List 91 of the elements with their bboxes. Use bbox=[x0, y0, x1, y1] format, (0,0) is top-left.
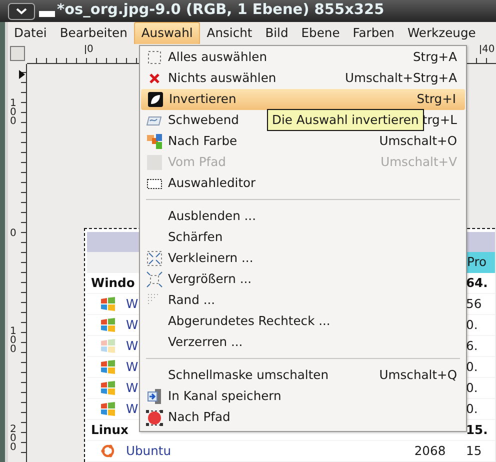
menu-item[interactable]: Invertieren Strg+I bbox=[141, 89, 465, 110]
menu-item[interactable]: Ausblenden ... bbox=[140, 206, 466, 227]
shortcut-label: Strg+A bbox=[413, 49, 457, 66]
shortcut-label: Umschalt+Q bbox=[379, 367, 457, 384]
menu-bar-item[interactable]: Ansicht bbox=[200, 22, 258, 44]
ruler-label: 100 bbox=[10, 327, 18, 354]
shortcut-label: Umschalt+V bbox=[380, 154, 457, 172]
ubuntu-logo-icon bbox=[100, 443, 116, 459]
table-cell: 0. bbox=[466, 360, 478, 374]
link[interactable]: Ubuntu bbox=[126, 440, 172, 462]
menu-item[interactable]: Schärfen bbox=[140, 227, 466, 248]
table-cell: 15. bbox=[466, 423, 488, 437]
menu-bar-item[interactable]: Farben bbox=[346, 22, 400, 44]
menu-item-label: Nach Farbe bbox=[168, 133, 238, 150]
windows-flag-icon bbox=[100, 401, 116, 417]
shortcut-label: Umschalt+Strg+A bbox=[344, 70, 457, 88]
table-cell: 56 bbox=[466, 297, 482, 311]
link[interactable]: W bbox=[126, 336, 138, 356]
menu-item[interactable]: Verzerren ... bbox=[140, 332, 466, 353]
menu-bar-item[interactable]: Datei bbox=[8, 22, 53, 44]
windows-flag-icon bbox=[100, 338, 116, 354]
table-cell: 0. bbox=[466, 318, 478, 332]
menu-item-label: Rand ... bbox=[168, 292, 216, 310]
table-cell: 6. bbox=[466, 339, 478, 353]
shortcut-label: Strg+I bbox=[416, 91, 456, 108]
menu-item-label: In Kanal speichern bbox=[168, 388, 282, 406]
menu-item-label: Invertieren bbox=[169, 91, 236, 108]
menu-bar-item[interactable]: Bild bbox=[259, 22, 294, 44]
ruler-label: 0 bbox=[10, 229, 18, 238]
menu-item[interactable]: Nichts auswählen Umschalt+Strg+A bbox=[140, 68, 466, 89]
menu-bar-item[interactable]: Werkzeuge bbox=[401, 22, 482, 44]
menu-item-label: Nach Pfad bbox=[168, 409, 230, 426]
circle-path-icon bbox=[146, 409, 163, 426]
table-cell: 0. bbox=[466, 402, 478, 416]
navigate-button[interactable] bbox=[10, 46, 25, 61]
windows-flag-icon bbox=[100, 380, 116, 396]
table-cell: 15 bbox=[466, 444, 482, 458]
shortcut-label: Umschalt+O bbox=[379, 133, 457, 150]
menu-item[interactable]: Vergrößern ... bbox=[140, 269, 466, 290]
menu-item[interactable]: Auswahleditor bbox=[140, 173, 466, 194]
link[interactable]: W bbox=[126, 294, 138, 314]
column-header: Pro bbox=[465, 252, 495, 273]
grow-icon bbox=[146, 271, 163, 288]
ruler-label: 200 bbox=[10, 425, 18, 452]
windows-flag-icon bbox=[100, 317, 116, 333]
window-icon bbox=[39, 10, 55, 16]
tooltip: Die Auswahl invertieren bbox=[267, 109, 424, 131]
menu-item[interactable]: Schnellmaske umschalten Umschalt+Q bbox=[140, 365, 466, 386]
menu-item[interactable]: Nach Farbe Umschalt+O bbox=[140, 131, 466, 152]
menu-item[interactable]: Abgerundetes Rechteck ... bbox=[140, 311, 466, 332]
menu-item-label: Schwebend bbox=[168, 112, 239, 130]
windows-flag-icon bbox=[100, 296, 116, 312]
menu-item[interactable]: In Kanal speichern bbox=[140, 386, 466, 407]
menu-bar-item[interactable]: Auswahl bbox=[134, 22, 200, 44]
ruler-pointer-icon bbox=[19, 70, 25, 79]
shrink-icon bbox=[146, 250, 163, 267]
table-cell: 64. bbox=[466, 276, 488, 290]
selection-icon bbox=[146, 49, 163, 66]
link[interactable]: W bbox=[126, 398, 138, 420]
windows-flag-icon bbox=[100, 359, 116, 375]
ruler-label: 100 bbox=[10, 99, 18, 126]
color-squares-icon bbox=[146, 133, 163, 150]
menu-item-label: Vergrößern ... bbox=[168, 271, 252, 288]
menu-item-label: Verzerren ... bbox=[168, 334, 243, 352]
group-label: Linux bbox=[91, 422, 128, 438]
menu-item[interactable]: Nach Pfad bbox=[140, 407, 466, 428]
menu-item-label: Ausblenden ... bbox=[168, 208, 256, 226]
invert-icon bbox=[147, 91, 164, 108]
menu-item-label: Alles auswählen bbox=[168, 49, 268, 66]
window-title: *os_org.jpg-9.0 (RGB, 1 Ebene) 855x325 bbox=[57, 1, 384, 20]
ruler-label: 40 bbox=[480, 45, 495, 54]
ruler-label: 0 bbox=[85, 45, 94, 54]
link[interactable]: W bbox=[126, 356, 138, 378]
menu-item[interactable]: Verkleinern ... bbox=[140, 248, 466, 269]
save-to-channel-icon bbox=[146, 388, 163, 405]
menu-item-label: Vom Pfad bbox=[168, 154, 226, 172]
menu-bar-item[interactable]: Ebene bbox=[295, 22, 346, 44]
menu-item[interactable]: Rand ... bbox=[140, 290, 466, 311]
menu-item[interactable]: Alles auswählen Strg+A bbox=[140, 47, 466, 68]
link[interactable]: W bbox=[126, 314, 138, 336]
link[interactable]: W bbox=[126, 378, 138, 398]
table-cell: 0. bbox=[466, 381, 478, 395]
menu-item-label: Nichts auswählen bbox=[168, 70, 276, 88]
group-label: Windo bbox=[91, 274, 135, 292]
menu-item-label: Schärfen bbox=[168, 229, 223, 246]
menu-item-label: Schnellmaske umschalten bbox=[168, 367, 328, 384]
menu-bar-item[interactable]: Bearbeiten bbox=[54, 22, 134, 44]
table-cell: 2068 bbox=[414, 444, 446, 458]
menu-item-label: Auswahleditor bbox=[168, 175, 256, 192]
menu-item-label: Verkleinern ... bbox=[168, 250, 254, 268]
menu-item-label: Abgerundetes Rechteck ... bbox=[168, 313, 330, 330]
